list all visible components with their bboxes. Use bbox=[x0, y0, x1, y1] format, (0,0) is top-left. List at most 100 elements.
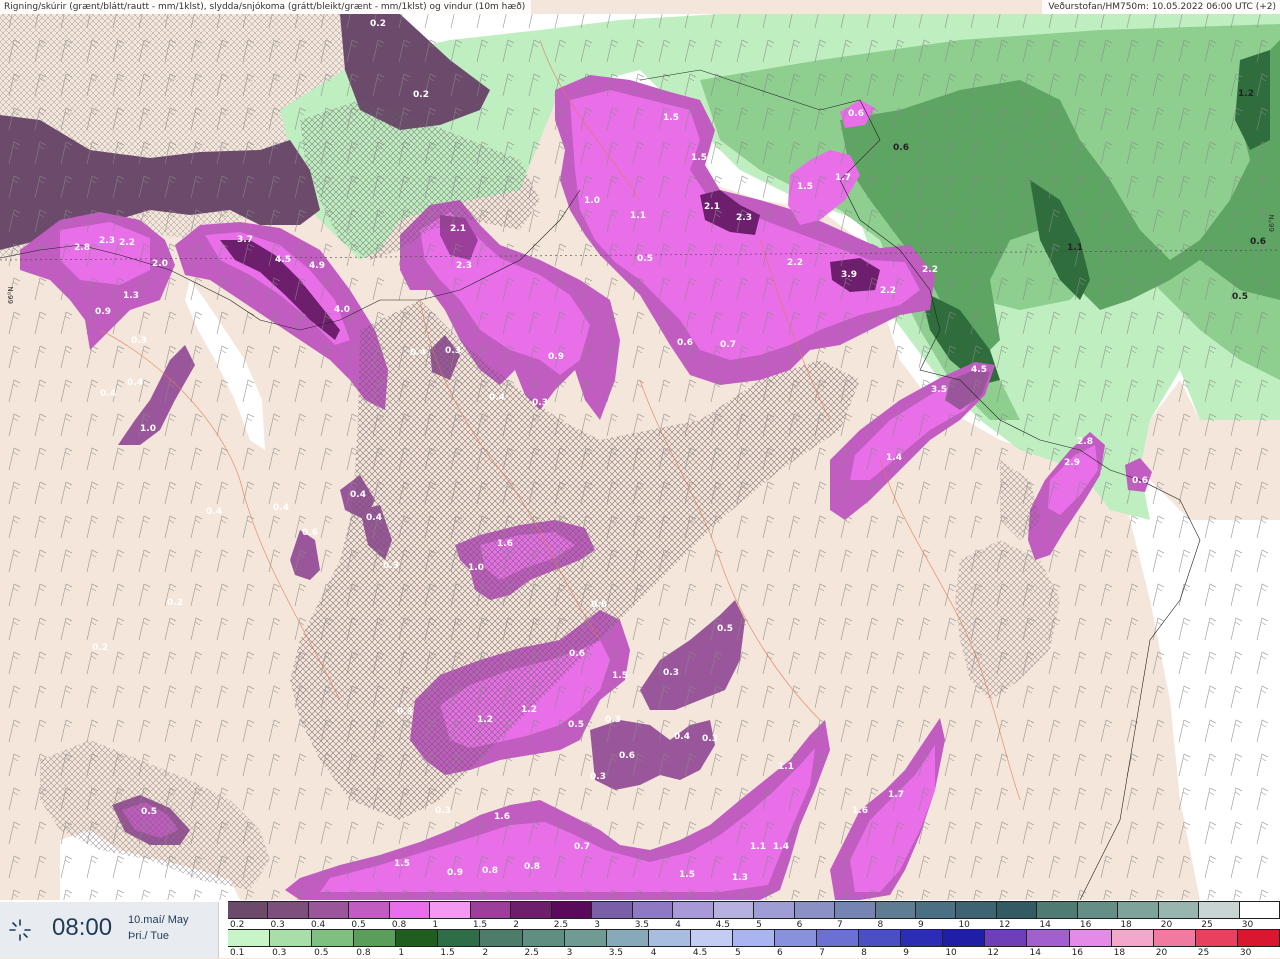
map-value-label: 3.7 bbox=[237, 235, 253, 245]
loading-spinner-icon[interactable] bbox=[8, 918, 32, 942]
legend-rain-label: 20 bbox=[1155, 948, 1168, 958]
map-value-label: 1.2 bbox=[477, 715, 493, 725]
map-value-label: 2.2 bbox=[119, 238, 135, 248]
legend-snow-swatch bbox=[1077, 902, 1119, 918]
legend-snow-swatch bbox=[430, 902, 471, 918]
map-value-label: 0.2 bbox=[92, 643, 108, 653]
legend-rain-label: 3 bbox=[566, 948, 573, 958]
map-value-label: 2.3 bbox=[99, 236, 115, 246]
map-title: Rigning/skúrir (grænt/blátt/rautt - mm/1… bbox=[0, 0, 532, 14]
legend-snow-swatch bbox=[956, 902, 997, 918]
legend-snow-swatch bbox=[1199, 902, 1240, 918]
legend-rain-swatch bbox=[859, 930, 902, 946]
map-value-label: 0.8 bbox=[482, 866, 498, 876]
legend-rain-swatch bbox=[564, 930, 607, 946]
map-value-label: 0.4 bbox=[674, 732, 690, 742]
map-value-label: 0.4 bbox=[100, 389, 116, 399]
map-value-label: 1.5 bbox=[797, 182, 813, 192]
legend-rain-label: 4.5 bbox=[692, 948, 708, 958]
legend-rain-swatch bbox=[1111, 930, 1154, 946]
map-value-label: 0.9 bbox=[447, 868, 463, 878]
map-value-label: 2.1 bbox=[704, 202, 720, 212]
legend-rain-swatch bbox=[522, 930, 565, 946]
legend-snow-swatch bbox=[228, 902, 269, 918]
map-value-label: 2.8 bbox=[1077, 437, 1093, 447]
map-value-label: 0.5 bbox=[141, 807, 157, 817]
map-value-label: 0.5 bbox=[568, 720, 584, 730]
map-value-label: 1.4 bbox=[773, 842, 789, 852]
map-value-label: 1.0 bbox=[140, 424, 156, 434]
map-value-label: 0.6 bbox=[619, 751, 635, 761]
legend-rain-swatch bbox=[690, 930, 733, 946]
weather-map[interactable]: 66°N 66°N 0.2 0.2 2.8 2.3 2.2 2.0 1.3 0.9 0.3 0.4… bbox=[0, 0, 1280, 900]
legend-rain-label: 9 bbox=[903, 948, 909, 958]
map-value-label: 1.3 bbox=[732, 873, 748, 883]
legend-rain-label: 12 bbox=[987, 948, 999, 958]
legend-snow-swatch bbox=[915, 902, 957, 918]
legend-rain-label: 0.5 bbox=[314, 948, 329, 958]
legend-snow-swatch bbox=[1239, 902, 1280, 918]
legend-rain-swatch bbox=[1069, 930, 1112, 946]
map-value-label: 1.2 bbox=[521, 705, 537, 715]
map-value-label: 4.5 bbox=[971, 365, 987, 375]
map-value-label: 1.1 bbox=[1067, 243, 1083, 253]
map-value-label: 1.7 bbox=[888, 790, 904, 800]
map-value-label: 1.1 bbox=[778, 762, 794, 772]
legend-rain-label: 2 bbox=[482, 948, 489, 958]
legend-rain-swatch bbox=[606, 930, 649, 946]
map-value-label: 0.3 bbox=[131, 336, 147, 346]
map-value-label: 1.1 bbox=[750, 842, 766, 852]
legend-rain-swatch bbox=[480, 930, 523, 946]
map-value-label: 3.9 bbox=[841, 270, 857, 280]
map-value-label: 2.2 bbox=[880, 286, 896, 296]
legend-rain-swatch bbox=[1195, 930, 1238, 946]
legend-rain-label: 25 bbox=[1197, 948, 1210, 958]
map-value-label: 2.3 bbox=[736, 213, 752, 223]
map-value-label: 0.6 bbox=[591, 600, 607, 610]
legend-rain-label: 8 bbox=[861, 948, 867, 958]
map-value-label: 1.0 bbox=[584, 196, 600, 206]
map-value-label: 2.0 bbox=[152, 259, 168, 269]
legend-rain-label: 0.8 bbox=[356, 948, 371, 958]
map-value-label: 0.3 bbox=[702, 734, 718, 744]
legend-snow-swatch bbox=[794, 902, 836, 918]
legend-snow-swatch bbox=[996, 902, 1038, 918]
map-value-label: 0.6 bbox=[569, 649, 585, 659]
forecast-weekday: Þri./ Tue bbox=[128, 930, 169, 942]
map-value-label: 0.8 bbox=[524, 862, 540, 872]
legend-rain-label: 3.5 bbox=[608, 948, 624, 958]
map-value-label: 0.4 bbox=[206, 507, 222, 517]
map-value-label: 0.3 bbox=[397, 707, 413, 717]
legend-rain-swatch bbox=[1027, 930, 1070, 946]
map-value-label: 0.5 bbox=[1232, 292, 1248, 302]
map-value-label: 0.3 bbox=[663, 668, 679, 678]
legend-rain-label: 10 bbox=[945, 948, 957, 958]
legend-snow-swatch bbox=[470, 902, 512, 918]
time-panel[interactable]: 08:00 10.maí/ May Þri./ Tue bbox=[0, 902, 219, 958]
map-value-label: 0.6 bbox=[893, 143, 909, 153]
legend-rain-swatch bbox=[1237, 930, 1280, 946]
map-value-label: 1.1 bbox=[630, 211, 646, 221]
map-value-label: 2.2 bbox=[787, 258, 803, 268]
map-value-label: 2.3 bbox=[456, 261, 472, 271]
legend-snow-swatch bbox=[1118, 902, 1159, 918]
map-value-label: 1.0 bbox=[468, 563, 484, 573]
map-value-label: 4.9 bbox=[309, 261, 325, 271]
latitude-label-right: 66°N bbox=[1268, 214, 1276, 232]
legend-rain-swatch bbox=[438, 930, 481, 946]
legend-snow-swatch bbox=[1158, 902, 1200, 918]
legend-rain-label: 5 bbox=[734, 948, 741, 958]
map-value-label: 0.4 bbox=[127, 378, 143, 388]
legend-snow-swatch bbox=[551, 902, 593, 918]
map-value-label: 0.3 bbox=[383, 561, 399, 571]
map-value-label: 1.6 bbox=[497, 539, 513, 549]
legend-snow-swatch bbox=[1037, 902, 1078, 918]
map-value-label: 0.4 bbox=[273, 503, 289, 513]
map-value-label: 0.6 bbox=[677, 338, 693, 348]
legend-rain-swatch bbox=[270, 930, 313, 946]
legend-snow-swatch bbox=[875, 902, 916, 918]
map-value-label: 0.6 bbox=[1250, 237, 1266, 247]
map-value-label: 2.8 bbox=[74, 243, 90, 253]
legend-snow-swatch bbox=[835, 902, 876, 918]
map-value-label: 0.6 bbox=[1132, 476, 1148, 486]
